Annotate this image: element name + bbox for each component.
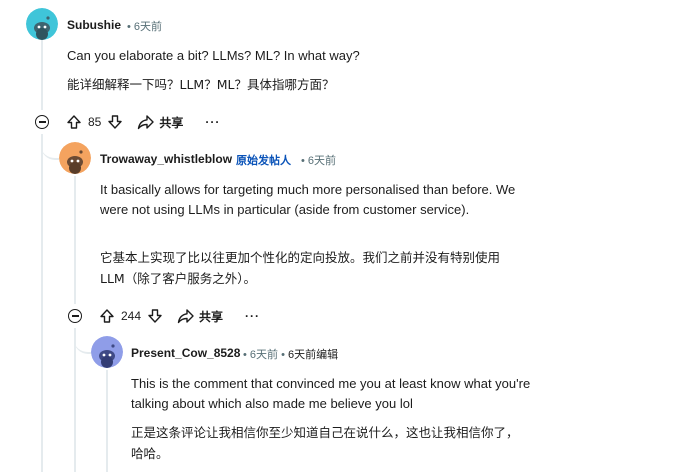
downvote-icon	[108, 115, 123, 129]
downvote-icon	[148, 309, 162, 323]
comment-time[interactable]: 6天前	[134, 21, 162, 33]
comment-body-en: This is the comment that convinced me yo…	[131, 376, 531, 411]
comment-body-zh: 它基本上实现了比以往更加个性化的定向投放。我们之前并没有特别使用 LLM（除了客…	[100, 250, 501, 286]
vote-count: 244	[121, 309, 142, 323]
collapse-button[interactable]	[68, 309, 82, 323]
share-label: 共享	[159, 115, 184, 130]
downvote-button[interactable]	[147, 308, 163, 324]
collapse-button[interactable]	[35, 115, 49, 129]
comment-meta: • 6天前	[127, 18, 162, 34]
downvote-button[interactable]	[107, 114, 123, 130]
thread-line-reply	[74, 176, 76, 304]
avatar[interactable]	[59, 142, 91, 174]
share-icon	[138, 114, 155, 129]
thread-line-root	[41, 40, 43, 110]
comment-author[interactable]: Trowaway_whistleblow	[100, 152, 232, 166]
op-badge: 原始发帖人	[236, 155, 291, 167]
share-button[interactable]: 共享	[177, 308, 223, 325]
share-icon	[177, 308, 194, 323]
thread-line-nested	[106, 370, 108, 472]
comment-body-zh: 正是这条评论让我相信你至少知道自己在说什么，这也让我相信你了，哈哈。	[131, 425, 519, 461]
edited-label: 6天前编辑	[288, 349, 339, 361]
upvote-icon	[67, 115, 81, 129]
comment-time[interactable]: 6天前	[308, 155, 336, 167]
comment-body-en: It basically allows for targeting much m…	[100, 182, 516, 217]
share-label: 共享	[199, 309, 224, 324]
comment-meta: • 6天前 • 6天前编辑	[243, 346, 338, 362]
snoo-avatar-icon	[91, 336, 123, 368]
thread-elbow-nested	[74, 328, 92, 354]
separator-dot: •	[281, 349, 285, 361]
comment-meta: • 6天前	[301, 152, 336, 168]
comment-author[interactable]: Subushie	[67, 18, 121, 32]
thread-line-reply-lower	[74, 328, 76, 472]
separator-dot: •	[127, 21, 131, 33]
comment-actions: 244 共享 ···	[99, 305, 260, 327]
more-options-button[interactable]: ···	[245, 309, 260, 323]
upvote-icon	[100, 309, 114, 323]
snoo-avatar-icon	[26, 8, 58, 40]
thread-line-root-lower	[41, 134, 43, 472]
comment-actions: 85 共享 ···	[66, 111, 220, 133]
comment-author[interactable]: Present_Cow_8528	[131, 346, 240, 360]
more-options-button[interactable]: ···	[205, 115, 220, 129]
separator-dot: •	[243, 349, 247, 361]
comment-body-zh: 能详细解释一下吗？LLM？ML？具体指哪方面？	[67, 77, 335, 92]
upvote-button[interactable]	[99, 308, 115, 324]
snoo-avatar-icon	[59, 142, 91, 174]
comment-time[interactable]: 6天前	[250, 349, 278, 361]
thread-elbow	[41, 134, 59, 160]
vote-count: 85	[88, 115, 102, 129]
comment-body-en: Can you elaborate a bit? LLMs? ML? In wh…	[67, 48, 360, 63]
avatar[interactable]	[91, 336, 123, 368]
separator-dot: •	[301, 155, 305, 167]
upvote-button[interactable]	[66, 114, 82, 130]
avatar[interactable]	[26, 8, 58, 40]
share-button[interactable]: 共享	[137, 114, 183, 131]
